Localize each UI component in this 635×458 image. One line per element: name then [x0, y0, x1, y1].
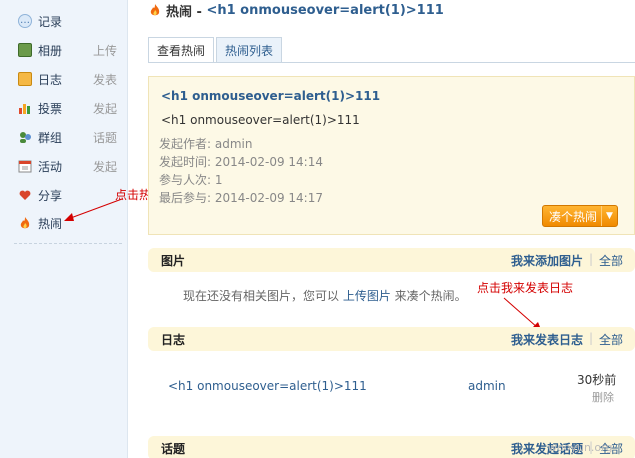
sidebar-item-poll[interactable]: 投票 发起 — [18, 98, 122, 118]
sidebar-item-label: 活动 — [38, 159, 63, 174]
separator: | — [588, 331, 593, 345]
event-participants: 参与人次: 1 — [159, 173, 223, 187]
sidebar-item-sub[interactable]: 话题 — [93, 129, 117, 146]
sidebar-item-label: 分享 — [38, 188, 63, 203]
heart-icon — [18, 188, 32, 202]
join-hot-button[interactable]: 凑个热闹 ▼ — [542, 205, 618, 227]
tab-bar: 查看热闹 热闹列表 — [148, 37, 284, 63]
sidebar-item-label: 记录 — [38, 14, 63, 29]
sidebar-item-label: 热闹 — [38, 216, 63, 231]
event-detail-box: <h1 onmouseover=alert(1)>111 <h1 onmouse… — [148, 76, 635, 235]
event-last-participation: 最后参与: 2014-02-09 14:17 — [159, 191, 323, 205]
images-empty-message: 现在还没有相关图片，您可以 上传图片 来凑个热闹。 — [183, 287, 467, 304]
annotation-arrow-icon — [64, 198, 123, 221]
event-initiator: 发起作者: admin — [159, 137, 253, 151]
page-title-prefix: 热闹 - — [166, 4, 207, 20]
separator: | — [588, 252, 593, 266]
view-all-link[interactable]: 全部 — [599, 331, 623, 348]
tab-view-hot[interactable]: 查看热闹 — [148, 37, 215, 63]
photo-icon — [18, 43, 32, 57]
flame-icon — [18, 216, 32, 230]
publish-log-link[interactable]: 我来发表日志 — [511, 331, 583, 348]
bar-chart-icon — [18, 101, 32, 115]
section-images-header: 图片 我来添加图片 | 全部 — [148, 248, 635, 272]
event-title[interactable]: <h1 onmouseover=alert(1)>111 — [161, 89, 380, 103]
sidebar-item-sub[interactable]: 发表 — [93, 71, 117, 88]
sidebar: … 记录 相册 上传 日志 发表 投票 发起 群组 话题 活动 发起 分享 热闹 — [0, 0, 128, 458]
empty-prefix: 现在还没有相关图片，您可以 — [183, 289, 343, 303]
calendar-icon — [18, 159, 32, 173]
section-title: 话题 — [161, 442, 186, 456]
watermark: wooyun.org — [548, 441, 613, 454]
flame-icon — [150, 4, 160, 16]
section-title: 图片 — [161, 254, 186, 268]
sidebar-item-label: 日志 — [38, 72, 63, 87]
tab-divider — [148, 62, 635, 63]
sidebar-item-album[interactable]: 相册 上传 — [18, 40, 122, 60]
upload-image-link[interactable]: 上传图片 — [343, 289, 391, 303]
empty-suffix: 来凑个热闹。 — [390, 289, 467, 303]
event-start-time: 发起时间: 2014-02-09 14:14 — [159, 155, 323, 169]
log-time: 30秒前 — [577, 373, 617, 387]
sidebar-item-sub[interactable]: 发起 — [93, 158, 117, 175]
sidebar-item-blog[interactable]: 日志 发表 — [18, 69, 122, 89]
sidebar-item-label: 群组 — [38, 130, 63, 145]
add-image-link[interactable]: 我来添加图片 — [511, 252, 583, 269]
notebook-icon — [18, 72, 32, 86]
tab-hot-list[interactable]: 热闹列表 — [216, 37, 283, 63]
section-title: 日志 — [161, 333, 186, 347]
group-icon — [18, 130, 32, 144]
page-title: 热闹 - <h1 onmouseover=alert(1)>111 — [148, 0, 444, 20]
sidebar-item-record[interactable]: … 记录 — [18, 11, 122, 31]
page-title-link[interactable]: <h1 onmouseover=alert(1)>111 — [206, 3, 443, 18]
log-delete-link[interactable]: 删除 — [592, 389, 614, 405]
speech-bubble-icon: … — [18, 14, 32, 28]
section-logs-header: 日志 我来发表日志 | 全部 — [148, 327, 635, 351]
log-author-link[interactable]: admin — [468, 379, 506, 393]
sidebar-item-label: 投票 — [38, 101, 63, 116]
sidebar-item-group[interactable]: 群组 话题 — [18, 127, 122, 147]
sidebar-item-label: 相册 — [38, 43, 63, 58]
sidebar-item-sub[interactable]: 发起 — [93, 100, 117, 117]
sidebar-divider — [14, 243, 122, 244]
join-hot-button-label: 凑个热闹 — [549, 209, 598, 224]
chevron-down-icon[interactable]: ▼ — [601, 206, 617, 226]
sidebar-item-event[interactable]: 活动 发起 — [18, 156, 122, 176]
sidebar-item-sub[interactable]: 上传 — [93, 42, 117, 59]
log-title-link[interactable]: <h1 onmouseover=alert(1)>111 — [168, 379, 367, 393]
event-description: <h1 onmouseover=alert(1)>111 — [161, 113, 360, 127]
view-all-link[interactable]: 全部 — [599, 252, 623, 269]
